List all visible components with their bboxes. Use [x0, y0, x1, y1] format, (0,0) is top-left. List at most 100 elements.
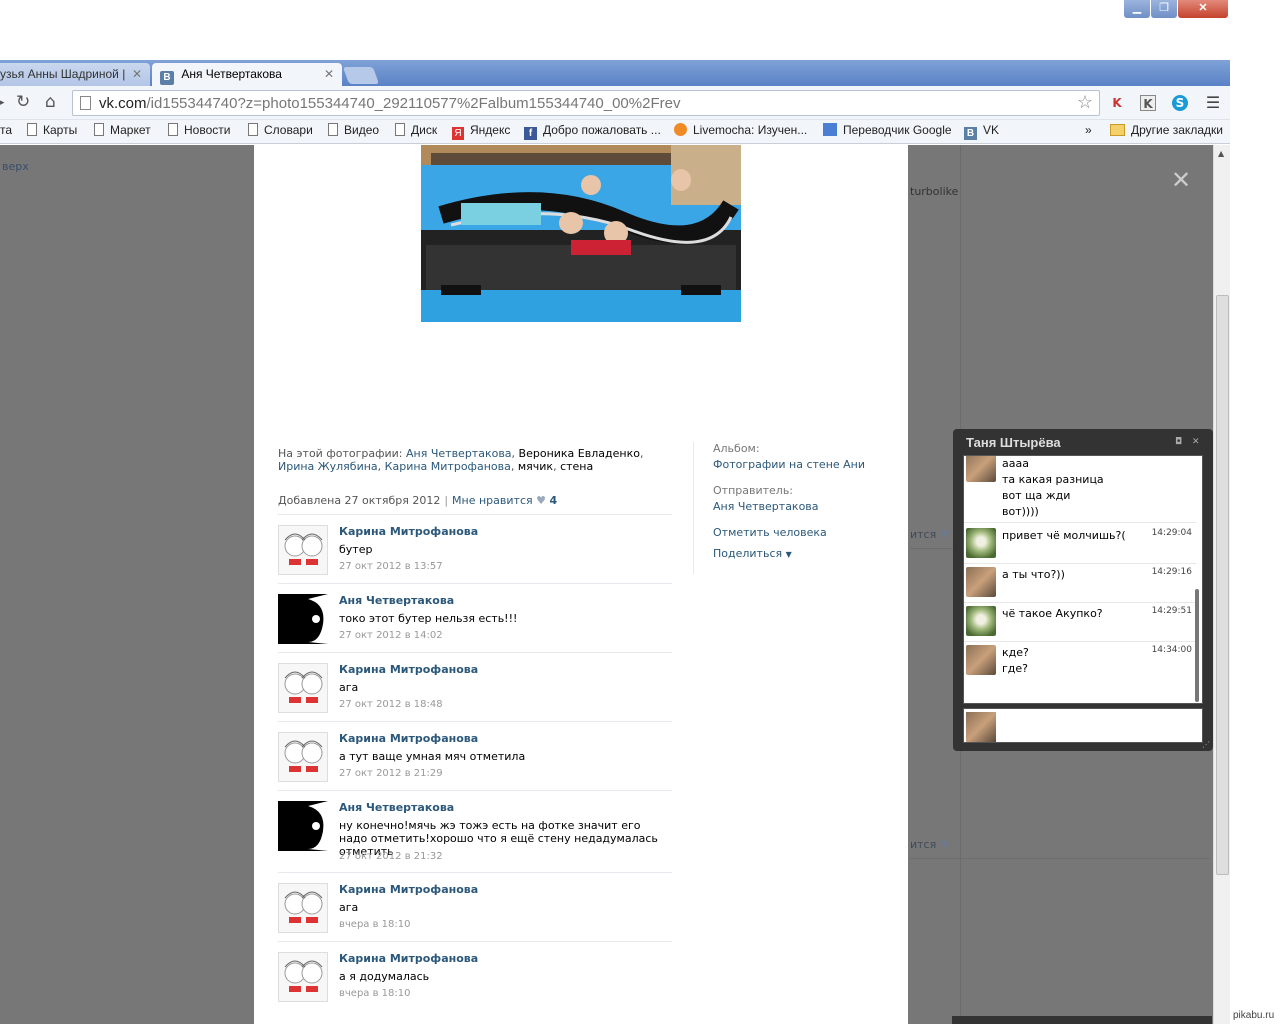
bookmark-dictionaries[interactable]: Словари: [248, 123, 313, 137]
heart-icon[interactable]: ♥: [536, 494, 546, 507]
chat-title[interactable]: Таня Штырёва: [966, 435, 1061, 450]
avatar[interactable]: [278, 732, 328, 782]
minimize-chat-icon[interactable]: ◘: [1175, 437, 1182, 447]
bookmark-disk[interactable]: Диск: [395, 123, 437, 137]
scrollbar-thumb[interactable]: [1216, 295, 1229, 875]
close-icon[interactable]: ✕: [132, 67, 142, 81]
comment-author[interactable]: Аня Четвертакова: [339, 801, 454, 814]
chat-window: Таня Штырёва ◘ ✕ аааа та какая разница в…: [953, 429, 1213, 751]
like-count[interactable]: 4: [550, 494, 558, 507]
comment-author[interactable]: Карина Митрофанова: [339, 732, 478, 745]
avatar[interactable]: [966, 456, 996, 482]
comment-item: Карина Митрофанова ага вчера в 18:10: [278, 883, 672, 943]
comment-author[interactable]: Карина Митрофанова: [339, 525, 478, 538]
bookmark-star-icon[interactable]: ☆: [1077, 92, 1093, 113]
avatar[interactable]: [278, 952, 328, 1002]
kaspersky-icon[interactable]: K: [1109, 95, 1125, 111]
vk-icon: В: [160, 71, 174, 85]
maximize-button[interactable]: ❐: [1151, 0, 1177, 18]
other-bookmarks[interactable]: Другие закладки: [1110, 123, 1223, 137]
bookmark-market[interactable]: Маркет: [94, 123, 151, 137]
avatar[interactable]: [278, 883, 328, 933]
avatar[interactable]: [278, 663, 328, 713]
comment-date[interactable]: 27 окт 2012 в 14:02: [339, 630, 443, 641]
back-to-top-link[interactable]: верх: [2, 160, 29, 173]
chat-message: кде? где? 14:34:00: [964, 643, 1196, 693]
chat-scrollbar[interactable]: [1195, 589, 1199, 702]
bookmark-livemocha[interactable]: Livemocha: Изучен...: [674, 123, 807, 137]
message-time: 14:29:51: [1151, 606, 1192, 616]
folder-icon: [1110, 124, 1125, 136]
comment-date[interactable]: 27 окт 2012 в 13:57: [339, 561, 443, 572]
bookmark-news[interactable]: Новости: [168, 123, 230, 137]
chat-input[interactable]: [963, 708, 1203, 743]
forward-icon[interactable]: ▸: [0, 94, 5, 111]
share-link[interactable]: Поделиться ▼: [713, 547, 865, 560]
bookmark-yandex[interactable]: Я Яндекс: [452, 123, 510, 140]
comment-date[interactable]: вчера в 18:10: [339, 988, 411, 999]
photo-sidebar: Альбом: Фотографии на стене Ани Отправит…: [713, 442, 865, 560]
avatar[interactable]: [966, 567, 996, 597]
bookmark-facebook[interactable]: f Добро пожаловать ...: [524, 123, 661, 140]
tab-anya[interactable]: В Аня Четвертакова ✕: [152, 63, 342, 86]
bookmark-google-translate[interactable]: Переводчик Google: [823, 123, 952, 137]
bookmark-vk[interactable]: В VK: [964, 123, 999, 140]
comment-author[interactable]: Карина Митрофанова: [339, 883, 478, 896]
avatar[interactable]: [278, 525, 328, 575]
chat-messages: аааа та какая разница вот ща жди вот))))…: [963, 455, 1203, 704]
comment-date[interactable]: 27 окт 2012 в 18:48: [339, 699, 443, 710]
tagged-label: На этой фотографии:: [278, 447, 403, 460]
avatar[interactable]: [966, 528, 996, 558]
avatar[interactable]: [966, 606, 996, 636]
tag-link[interactable]: Аня Четвертакова: [406, 447, 512, 460]
page-scrollbar[interactable]: ▲: [1213, 145, 1230, 1024]
tag-link[interactable]: Карина Митрофанова: [385, 460, 511, 473]
minimize-button[interactable]: ▁: [1124, 0, 1150, 18]
resize-grip-icon[interactable]: ⋰: [1202, 740, 1210, 749]
skype-icon[interactable]: S: [1172, 95, 1188, 111]
comment-author[interactable]: Аня Четвертакова: [339, 594, 454, 607]
avatar[interactable]: [278, 594, 328, 644]
chat-message: аааа та какая разница вот ща жди вот)))): [964, 456, 1196, 523]
album-label: Альбом:: [713, 442, 760, 455]
tab-friends[interactable]: узья Анны Шадриной | ✕: [0, 63, 150, 86]
avatar[interactable]: [278, 801, 328, 851]
comment-item: Карина Митрофанова бутер 27 окт 2012 в 1…: [278, 525, 672, 585]
sender-link[interactable]: Аня Четвертакова: [713, 500, 865, 513]
photo-image[interactable]: [421, 145, 741, 322]
url-host: vk.com: [99, 95, 147, 112]
close-viewer-icon[interactable]: ✕: [1171, 166, 1191, 194]
scroll-up-icon[interactable]: ▲: [1218, 149, 1224, 158]
bookmark-video[interactable]: Видео: [328, 123, 379, 137]
vk-icon: В: [964, 127, 977, 140]
bookmark-maps[interactable]: Карты: [27, 123, 77, 137]
album-link[interactable]: Фотографии на стене Ани: [713, 458, 865, 471]
page-icon: [27, 123, 37, 136]
tag-link[interactable]: Ирина Жулябина: [278, 460, 378, 473]
extension-k-icon[interactable]: K: [1140, 95, 1156, 111]
comment-author[interactable]: Карина Митрофанова: [339, 952, 478, 965]
message-time: 14:29:04: [1151, 528, 1192, 538]
bookmarks-overflow[interactable]: »: [1085, 123, 1092, 137]
comment-date[interactable]: 27 окт 2012 в 21:29: [339, 768, 443, 779]
comment-author[interactable]: Карина Митрофанова: [339, 663, 478, 676]
message-time: 14:29:16: [1151, 567, 1192, 577]
comment-text: ага: [339, 681, 359, 694]
tag-person-link[interactable]: Отметить человека: [713, 526, 865, 539]
livemocha-icon: [674, 123, 687, 136]
close-chat-icon[interactable]: ✕: [1192, 437, 1200, 447]
bookmark-0[interactable]: та: [0, 123, 12, 137]
new-tab-button[interactable]: [342, 67, 380, 84]
background-user-link: turbolike: [910, 185, 959, 198]
comment-date[interactable]: вчера в 18:10: [339, 919, 411, 930]
close-icon[interactable]: ✕: [324, 67, 334, 81]
window-close-button[interactable]: ✕: [1178, 0, 1228, 18]
address-bar[interactable]: vk.com/id155344740?z=photo155344740_2921…: [72, 90, 1100, 116]
like-button[interactable]: Мне нравится: [452, 494, 533, 507]
reload-icon[interactable]: ↻: [16, 94, 30, 111]
avatar[interactable]: [966, 645, 996, 675]
browser-toolbar: ▸ ↻ ⌂ vk.com/id155344740?z=photo15534474…: [0, 86, 1230, 120]
comment-date[interactable]: 27 окт 2012 в 21:32: [339, 851, 443, 862]
menu-icon[interactable]: ☰: [1205, 95, 1221, 111]
home-icon[interactable]: ⌂: [45, 94, 56, 111]
